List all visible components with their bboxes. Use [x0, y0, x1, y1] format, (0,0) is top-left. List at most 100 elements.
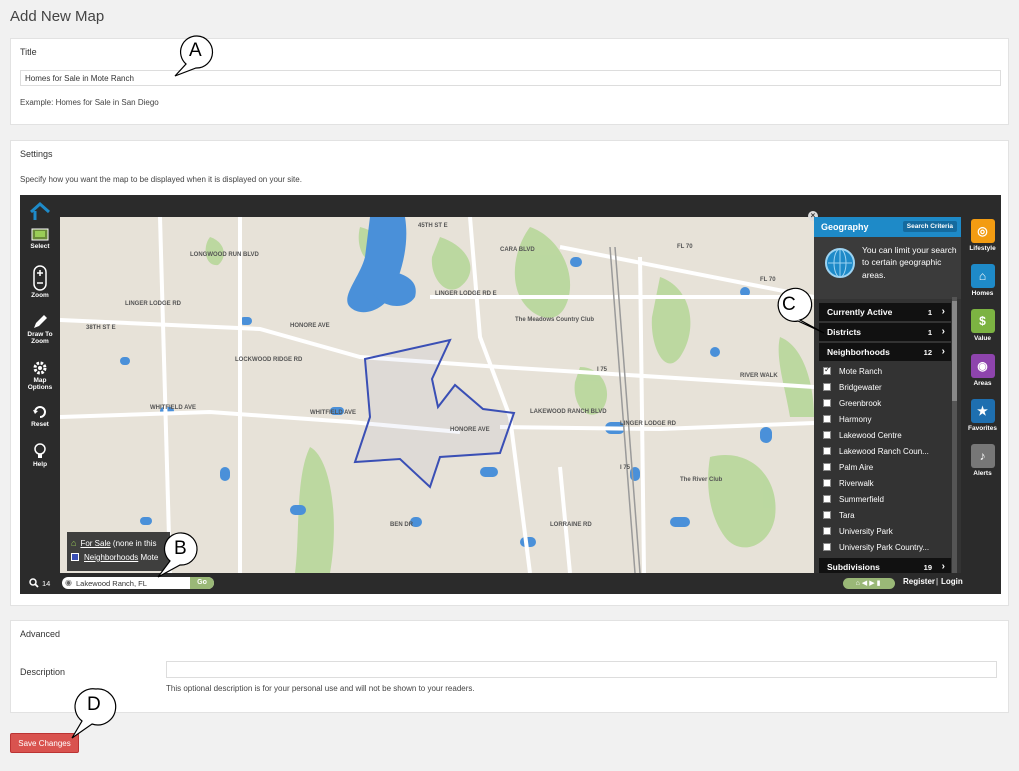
legend-neighborhoods-note: Mote	[140, 552, 159, 562]
neighborhood-checkbox[interactable]	[823, 431, 831, 439]
geography-intro: You can limit your search to certain geo…	[814, 237, 961, 299]
neighborhood-checkbox[interactable]	[823, 447, 831, 455]
scrollbar-thumb[interactable]	[952, 301, 957, 401]
blue-square-icon	[71, 553, 79, 561]
neighborhood-item[interactable]: University Park	[819, 523, 951, 539]
neighborhood-label: Riverwalk	[839, 478, 874, 488]
tool-favorites[interactable]: ★ Favorites	[966, 399, 999, 432]
bell-icon: ♪	[970, 444, 995, 468]
neighborhood-checkbox[interactable]	[823, 365, 831, 375]
map-options-tool[interactable]: Map Options	[22, 360, 58, 391]
star-icon: ★	[970, 399, 995, 423]
neighborhood-label: Lakewood Ranch Coun...	[839, 446, 929, 456]
category-currently-active[interactable]: Currently Active 1 ›	[819, 303, 951, 321]
map-bottom-bar: 14 ◉ Go ⌂◀▶▮ Register | Login	[20, 573, 1001, 594]
neighborhood-item[interactable]: Tara	[819, 507, 951, 523]
tool-label: Homes	[971, 290, 994, 297]
neighborhood-item[interactable]: Lakewood Centre	[819, 427, 951, 443]
category-districts[interactable]: Districts 1 ›	[819, 323, 951, 341]
neighborhood-checkbox[interactable]	[823, 495, 831, 503]
home-logo-icon[interactable]	[29, 201, 51, 221]
tool-label: Lifestyle	[969, 245, 996, 252]
neighborhood-label: Greenbrook	[839, 398, 882, 408]
tool-label: Favorites	[968, 425, 997, 432]
map-right-toolbar: ◎ Lifestyle ⌂ Homes $ Value ◉ Areas ★ Favorites ♪ A…	[964, 217, 1001, 497]
category-count: 19	[923, 563, 932, 572]
neighborhood-item[interactable]: Bridgewater	[819, 379, 951, 395]
geography-scrollbar[interactable]	[952, 297, 957, 573]
reset-tool[interactable]: Reset	[22, 404, 58, 428]
category-count: 1	[927, 308, 932, 317]
category-subdivisions[interactable]: Subdivisions 19 ›	[819, 558, 951, 573]
tool-areas[interactable]: ◉ Areas	[966, 354, 999, 387]
tool-homes[interactable]: ⌂ Homes	[966, 264, 999, 297]
zoom-tool-label: Zoom	[31, 292, 49, 299]
neighborhood-label: University Park Country...	[839, 542, 930, 552]
location-search: ◉ Go	[62, 577, 214, 589]
neighborhood-label: Palm Aire	[839, 462, 874, 472]
reset-icon	[33, 406, 46, 418]
location-search-input[interactable]	[76, 577, 188, 589]
advanced-box: Advanced Description This optional descr…	[10, 620, 1009, 713]
neighborhood-checkbox[interactable]	[823, 399, 831, 407]
save-changes-button[interactable]: Save Changes	[10, 733, 79, 753]
title-input[interactable]	[20, 70, 1001, 86]
legend-for-sale-note: (none in this	[112, 538, 157, 548]
draw-to-zoom-label: Draw To Zoom	[27, 331, 53, 346]
zoom-tool[interactable]: Zoom	[22, 265, 58, 299]
neighborhood-item[interactable]: University Park Country...	[819, 539, 951, 555]
chevron-right-icon: ›	[941, 326, 945, 337]
neighborhood-item[interactable]: Lakewood Ranch Coun...	[819, 443, 951, 459]
house-icon: ⌂	[970, 264, 995, 288]
category-name: Currently Active	[827, 307, 893, 317]
legend-for-sale-link[interactable]: For Sale	[80, 539, 110, 548]
go-button[interactable]: Go	[190, 577, 214, 589]
neighborhood-item[interactable]: Mote Ranch	[819, 363, 951, 379]
settings-description: Specify how you want the map to be displ…	[20, 175, 302, 184]
help-tool[interactable]: Help	[22, 442, 58, 468]
legend-neighborhoods-link[interactable]: Neighborhoods	[84, 553, 138, 562]
draw-to-zoom-tool[interactable]: Draw To Zoom	[22, 314, 58, 345]
search-criteria-button[interactable]: Search Criteria	[902, 221, 957, 232]
bulb-icon	[34, 443, 46, 458]
tool-alerts[interactable]: ♪ Alerts	[966, 444, 999, 477]
bike-icon: ◎	[970, 219, 995, 243]
callout-c: C	[782, 294, 796, 315]
neighborhood-checkbox[interactable]	[823, 527, 831, 535]
map-canvas[interactable]: FL 70 FL 70 LINGER LODGE RD E LINGER LOD…	[60, 217, 814, 573]
tool-lifestyle[interactable]: ◎ Lifestyle	[966, 219, 999, 252]
select-tool[interactable]: Select	[22, 228, 58, 250]
neighborhood-checkbox[interactable]	[823, 479, 831, 487]
description-input[interactable]	[166, 661, 997, 678]
map-left-toolbar: Select Zoom Draw To Zoom Map Options Res…	[20, 195, 60, 575]
forward-icon[interactable]: ▶	[869, 580, 876, 587]
neighborhood-item[interactable]: Summerfield	[819, 491, 951, 507]
neighborhood-item[interactable]: Greenbrook	[819, 395, 951, 411]
bookmark-icon[interactable]: ▮	[877, 580, 883, 587]
neighborhood-label: Tara	[839, 510, 855, 520]
map-base	[60, 217, 814, 573]
globe-small-icon: ◉	[65, 578, 72, 587]
neighborhood-checkbox[interactable]	[823, 511, 831, 519]
neighborhood-checkbox[interactable]	[823, 543, 831, 551]
login-link[interactable]: Login	[941, 577, 963, 586]
link-separator: |	[936, 577, 939, 586]
zoom-level: 14	[42, 579, 51, 588]
neighborhood-checkbox[interactable]	[823, 383, 831, 391]
map-widget: Select Zoom Draw To Zoom Map Options Res…	[20, 195, 1001, 594]
neighborhood-checkbox[interactable]	[823, 415, 831, 423]
neighborhood-label: Mote Ranch	[839, 366, 883, 376]
page-title: Add New Map	[10, 8, 105, 25]
neighborhood-item[interactable]: Riverwalk	[819, 475, 951, 491]
chevron-right-icon: ›	[941, 346, 945, 357]
select-icon	[31, 228, 49, 241]
register-link[interactable]: Register	[903, 577, 935, 586]
advanced-label: Advanced	[20, 629, 61, 639]
category-neighborhoods[interactable]: Neighborhoods 12 ›	[819, 343, 951, 361]
tool-value[interactable]: $ Value	[966, 309, 999, 342]
neighborhood-item[interactable]: Harmony	[819, 411, 951, 427]
neighborhood-item[interactable]: Palm Aire	[819, 459, 951, 475]
chevron-right-icon: ›	[941, 306, 945, 317]
category-count: 1	[927, 328, 932, 337]
neighborhood-checkbox[interactable]	[823, 463, 831, 471]
